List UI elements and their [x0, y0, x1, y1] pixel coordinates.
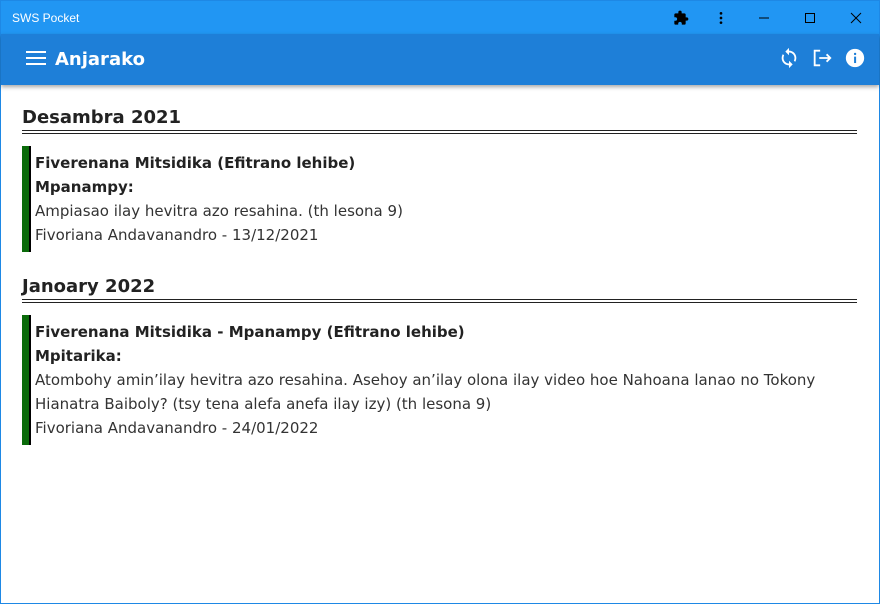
- assignment-role: Mpitarika:: [35, 347, 122, 365]
- app-bar: Anjarako: [1, 34, 879, 85]
- assignment-role: Mpanampy:: [35, 178, 134, 196]
- assignment-title: Fiverenana Mitsidika (Efitrano lehibe): [35, 154, 356, 172]
- divider: [22, 299, 857, 303]
- extensions-button[interactable]: [661, 1, 701, 34]
- maximize-icon: [804, 12, 816, 24]
- more-vert-icon: [713, 10, 729, 26]
- assignment-meeting-date: Fivoriana Andavanandro - 13/12/2021: [35, 226, 319, 244]
- more-options-button[interactable]: [701, 1, 741, 34]
- assignment-description: Ampiasao ilay hevitra azo resahina. (th …: [35, 202, 403, 220]
- maximize-button[interactable]: [787, 1, 833, 34]
- assignment-meeting-date: Fivoriana Andavanandro - 24/01/2022: [35, 419, 319, 437]
- month-section: Desambra 2021 Fiverenana Mitsidika (Efit…: [22, 107, 857, 252]
- logout-icon: [811, 47, 833, 73]
- app-window: SWS Pocket Anjarako Desambra 2021 Fivere…: [0, 0, 880, 604]
- info-icon: [844, 47, 866, 73]
- assignment-card[interactable]: Fiverenana Mitsidika - Mpanampy (Efitran…: [22, 315, 857, 445]
- assignment-card[interactable]: Fiverenana Mitsidika (Efitrano lehibe) M…: [22, 146, 857, 252]
- menu-button[interactable]: [21, 45, 51, 75]
- logout-button[interactable]: [808, 46, 836, 74]
- divider: [22, 130, 857, 134]
- close-icon: [850, 12, 862, 24]
- sync-icon: [778, 47, 800, 73]
- window-title: SWS Pocket: [12, 10, 80, 25]
- info-button[interactable]: [841, 46, 869, 74]
- minimize-button[interactable]: [741, 1, 787, 34]
- month-heading: Desambra 2021: [22, 107, 182, 128]
- month-section: Janoary 2022 Fiverenana Mitsidika - Mpan…: [22, 276, 857, 445]
- close-button[interactable]: [833, 1, 879, 34]
- assignment-description: Atombohy amin’ilay hevitra azo resahina.…: [35, 371, 816, 413]
- month-heading: Janoary 2022: [22, 276, 156, 297]
- minimize-icon: [758, 12, 770, 24]
- assignments-content: Desambra 2021 Fiverenana Mitsidika (Efit…: [1, 85, 879, 445]
- assignment-title: Fiverenana Mitsidika - Mpanampy (Efitran…: [35, 323, 465, 341]
- menu-icon: [26, 50, 46, 70]
- puzzle-icon: [673, 10, 689, 26]
- page-title: Anjarako: [55, 49, 145, 70]
- title-bar: SWS Pocket: [1, 1, 879, 34]
- sync-button[interactable]: [775, 46, 803, 74]
- appbar-actions: [770, 46, 869, 74]
